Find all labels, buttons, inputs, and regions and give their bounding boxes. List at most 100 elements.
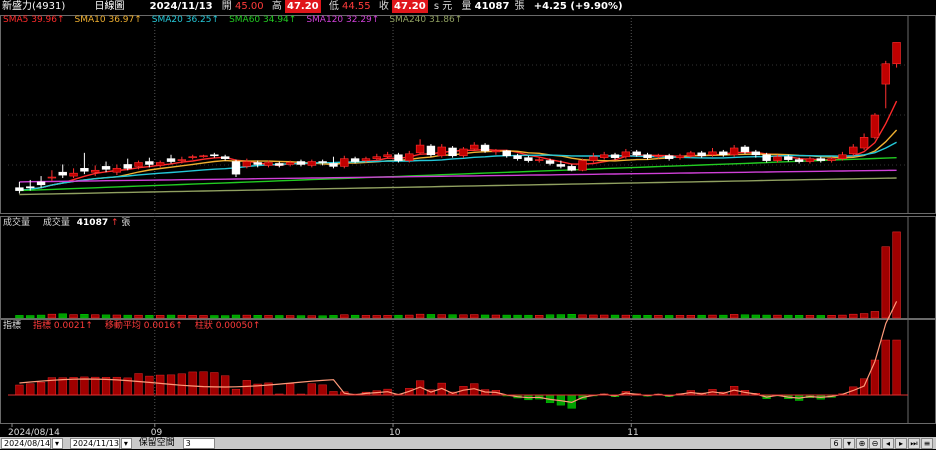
chart-type-label[interactable]: 日線圖 [94,0,124,13]
x-axis-label: 10 [389,428,401,437]
candle-body [708,151,717,156]
volume-bar [567,313,576,319]
volume-bar [643,315,652,319]
volume-bar [794,315,804,319]
volume-bar [199,315,208,319]
zoom-in-icon[interactable]: ⊕ [856,438,868,449]
unit-flag: s 元 [433,1,453,12]
volume-bar [675,315,685,319]
candle-body [415,144,425,154]
stock-chart[interactable]: SMA5 39.96↑ SMA10 36.97↑ SMA20 36.25↑ SMA60… [0,13,936,437]
end-date-dropdown[interactable]: ▾ [120,437,132,449]
volume-bar [383,315,392,319]
indicator-bar [881,339,890,396]
volume-bar [632,314,641,319]
candle-body [285,162,295,165]
volume-bar [58,313,67,319]
scroll-left-icon[interactable]: ◂ [882,438,894,449]
candle-body [567,166,576,171]
candle-body [47,176,57,179]
volume-label: 量 [461,1,472,12]
indicator-bar [134,373,143,396]
candle-body [794,159,804,162]
indicator-bar [221,375,230,396]
close-label: 收 [378,1,389,12]
volume-bar [253,315,262,319]
close-value: 47.20 [392,0,428,13]
candle-body [892,42,901,65]
volume-bar [535,315,544,319]
indicator-bar [15,384,24,396]
indicator-bar [307,383,316,396]
indicator-bar [188,371,197,396]
volume-unit: 張 [514,1,525,12]
candle-body [296,161,306,165]
volume-bar [101,314,111,319]
start-date-field[interactable]: 2024/08/14 [1,437,51,449]
stock-name[interactable]: 新盛力(4931) [2,0,65,13]
candle-body [253,162,262,165]
volume-bar [80,314,89,319]
candle-body [632,151,641,156]
panel-frame [0,216,936,319]
candle-body [80,168,89,172]
candle-body [621,151,631,158]
volume-bar [610,314,620,319]
ma-legend-sma120: SMA120 32.29↑ [306,15,379,25]
moving-average-lines [19,100,898,196]
candle-body [340,158,349,167]
scroll-end-icon[interactable]: ⏭ [908,438,920,449]
settings-icon[interactable]: ≡ [921,438,933,449]
volume-bar [296,315,306,319]
volume-bar [221,315,230,319]
scroll-right-icon[interactable]: ▸ [895,438,907,449]
zoom-out-icon[interactable]: ⊖ [869,438,881,449]
volume-bar [838,314,847,319]
indicator-bars [8,301,908,409]
high-label: 高 [271,1,282,12]
volume-bar [437,314,446,319]
volume-panel-label: 成交量 [43,216,70,228]
volume-bar [350,314,360,319]
change-value: +4.25 (+9.90%) [533,1,623,12]
volume-bar [729,314,739,319]
volume-bar [881,246,890,319]
start-date-dropdown[interactable]: ▾ [52,437,63,449]
volume-bar [870,311,880,319]
volume-bar [545,314,555,319]
candle-body [155,162,165,166]
reserve-space-field[interactable]: 3 [182,437,215,449]
ma-legend-sma240: SMA240 31.86↑ [389,15,462,25]
candle-body [491,150,501,153]
candle-body [36,181,46,186]
volume-bar [827,315,836,319]
volume-bar [621,314,631,319]
candle-body [405,153,414,161]
bottom-toolbar: 2024/08/14 ▾ 2024/11/13 ▾ 保留空間 3 6 ▾ ⊕ ⊖ ◂… [0,437,936,449]
volume-bar [491,314,501,319]
indicator-bar [318,384,327,396]
candle-body [838,154,847,159]
candle-body [643,154,652,158]
volume-bar [589,314,598,319]
volume-bar [264,315,273,319]
candle-body [112,168,122,173]
end-date-field[interactable]: 2024/11/13 [69,437,120,449]
indicator-bar [26,383,35,396]
candle-body [123,164,132,169]
volume-bar [697,314,706,319]
indicator-bar [892,339,901,396]
volume-panel-title: 成交量 成交量 41087 ↑ 張 [3,216,130,228]
candle-body [264,162,273,166]
candle-body [524,157,533,161]
candle-body [556,164,566,167]
volume-bar [372,315,381,319]
candle-body [599,154,609,158]
count-field[interactable]: 6 [830,438,842,449]
open-value: 45.00 [234,1,264,12]
zoom-out-button[interactable]: ▾ [843,438,855,449]
candle-body [361,158,371,161]
volume-bar [600,314,609,319]
candle-body [827,158,836,161]
candle-body [188,156,197,159]
